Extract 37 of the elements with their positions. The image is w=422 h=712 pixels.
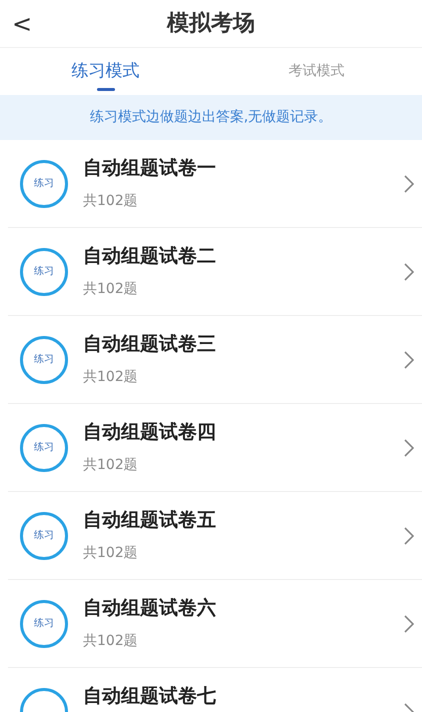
page-title: 模拟考场 bbox=[167, 10, 255, 38]
practice-badge: 练习 bbox=[20, 424, 68, 472]
question-count: 共102题 bbox=[83, 192, 139, 211]
paper-title: 自动组题试卷三 bbox=[83, 333, 217, 355]
chevron-right-icon bbox=[404, 350, 414, 368]
paper-title: 自动组题试卷七 bbox=[83, 685, 217, 707]
tab-indicator bbox=[96, 88, 114, 91]
chevron-right-icon bbox=[404, 614, 414, 632]
paper-title: 自动组题试卷五 bbox=[83, 509, 217, 531]
practice-badge: 练习 bbox=[20, 336, 68, 384]
notice-banner: 练习模式边做题边出答案,无做题记录。 bbox=[0, 95, 422, 140]
practice-badge: 练习 bbox=[20, 600, 68, 648]
paper-row[interactable]: 练习 自动组题试卷六 共102题 bbox=[8, 580, 422, 668]
paper-row[interactable]: 练习 自动组题试卷一 共102题 bbox=[8, 140, 422, 228]
practice-badge: 练习 bbox=[20, 512, 68, 560]
practice-badge: 练习 bbox=[20, 248, 68, 296]
question-count: 共102题 bbox=[83, 544, 139, 563]
paper-title: 自动组题试卷一 bbox=[83, 157, 217, 179]
chevron-right-icon bbox=[404, 174, 414, 192]
paper-row[interactable]: 练习 自动组题试卷四 共102题 bbox=[8, 404, 422, 492]
chevron-right-icon bbox=[404, 438, 414, 456]
paper-row[interactable]: 练习 自动组题试卷二 共102题 bbox=[8, 228, 422, 316]
question-count: 共102题 bbox=[83, 368, 139, 387]
mode-tab[interactable]: 练习模式 bbox=[0, 48, 211, 95]
question-count: 共102题 bbox=[83, 456, 139, 475]
back-button[interactable]: < bbox=[8, 8, 36, 40]
paper-title: 自动组题试卷六 bbox=[83, 597, 217, 619]
practice-badge: 练习 bbox=[20, 160, 68, 208]
paper-title: 自动组题试卷四 bbox=[83, 421, 217, 443]
paper-row[interactable]: 自动组题试卷七 bbox=[8, 668, 422, 712]
chevron-right-icon bbox=[404, 262, 414, 280]
paper-row[interactable]: 练习 自动组题试卷五 共102题 bbox=[8, 492, 422, 580]
question-count: 共102题 bbox=[83, 632, 139, 651]
paper-row[interactable]: 练习 自动组题试卷三 共102题 bbox=[8, 316, 422, 404]
chevron-right-icon bbox=[404, 526, 414, 544]
paper-title: 自动组题试卷二 bbox=[83, 245, 217, 267]
question-count: 共102题 bbox=[83, 280, 139, 299]
